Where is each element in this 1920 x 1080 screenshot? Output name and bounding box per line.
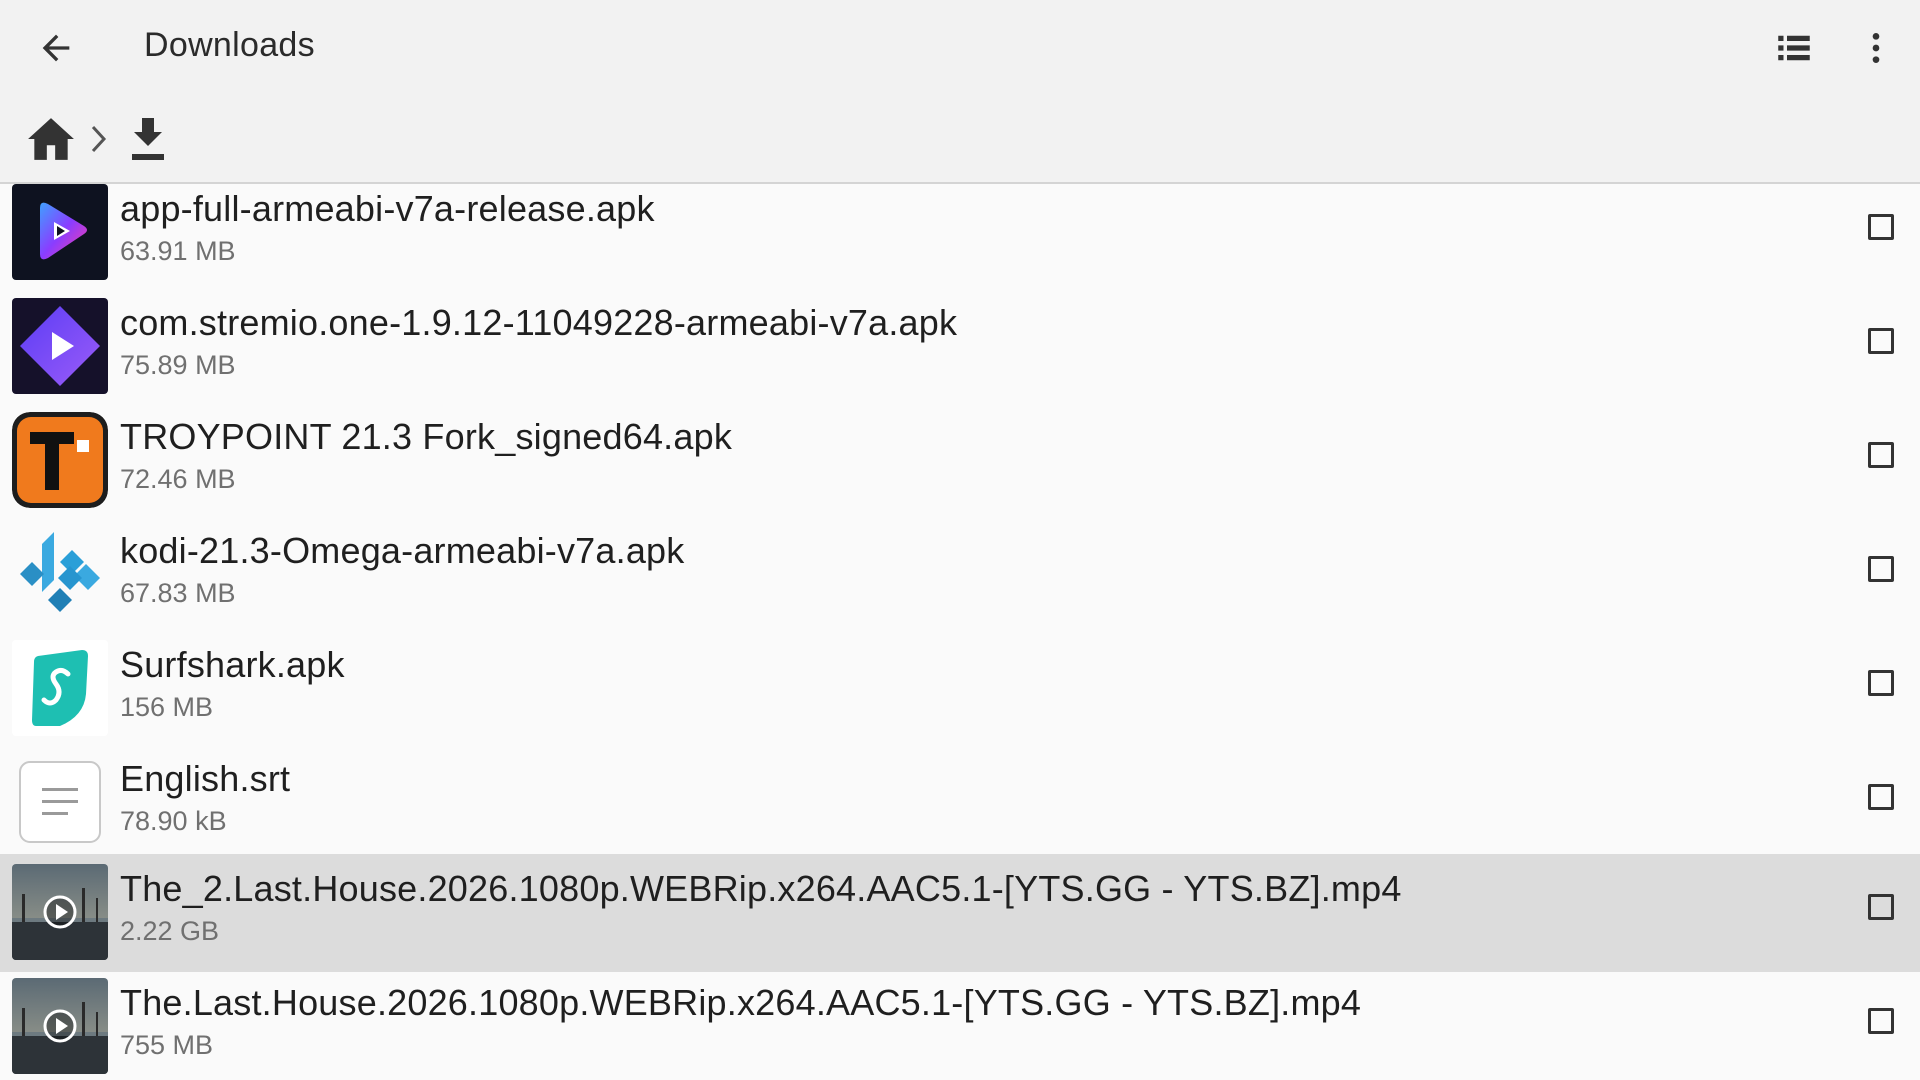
file-name: TROYPOINT 21.3 Fork_signed64.apk <box>120 416 733 457</box>
file-name: Surfshark.apk <box>120 644 345 685</box>
file-name: The.Last.House.2026.1080p.WEBRip.x264.AA… <box>120 982 1362 1023</box>
chevron-right-icon <box>91 125 107 153</box>
file-size: 156 MB <box>120 692 214 722</box>
purple-play-app-icon <box>12 184 108 280</box>
file-row[interactable]: com.stremio.one-1.9.12-11049228-armeabi-… <box>0 298 1920 412</box>
app-bar: Downloads <box>0 0 1920 98</box>
file-size: 72.46 MB <box>120 464 236 494</box>
file-size: 63.91 MB <box>120 236 236 266</box>
file-name: kodi-21.3-Omega-armeabi-v7a.apk <box>120 530 685 571</box>
file-row[interactable]: The_2.Last.House.2026.1080p.WEBRip.x264.… <box>0 854 1920 972</box>
select-checkbox[interactable] <box>1868 670 1894 696</box>
file-row[interactable]: English.srt 78.90 kB <box>0 754 1920 868</box>
file-size: 755 MB <box>120 1030 214 1060</box>
surfshark-app-icon <box>12 640 108 736</box>
more-vert-icon <box>1872 33 1880 63</box>
text-file-icon <box>12 754 108 850</box>
video-thumbnail-play-icon <box>12 864 108 960</box>
stremio-app-icon <box>12 298 108 394</box>
back-button[interactable] <box>24 16 88 80</box>
arrow-left-icon <box>42 34 70 62</box>
select-checkbox[interactable] <box>1868 894 1894 920</box>
select-checkbox[interactable] <box>1868 442 1894 468</box>
troypoint-app-icon <box>12 412 108 508</box>
file-name: com.stremio.one-1.9.12-11049228-armeabi-… <box>120 302 958 343</box>
file-size: 67.83 MB <box>120 578 236 608</box>
kodi-app-icon <box>12 526 108 622</box>
select-checkbox[interactable] <box>1868 1008 1894 1034</box>
file-list: app-full-armeabi-v7a-release.apk 63.91 M… <box>0 184 1920 1080</box>
page-title: Downloads <box>144 26 315 64</box>
list-view-button[interactable] <box>1762 16 1826 80</box>
file-name: The_2.Last.House.2026.1080p.WEBRip.x264.… <box>120 868 1402 909</box>
file-name: app-full-armeabi-v7a-release.apk <box>120 188 655 229</box>
file-row[interactable]: app-full-armeabi-v7a-release.apk 63.91 M… <box>0 184 1920 298</box>
breadcrumb-home[interactable] <box>26 116 76 162</box>
file-row[interactable]: Surfshark.apk 156 MB <box>0 640 1920 754</box>
list-view-icon <box>1778 35 1810 61</box>
file-row[interactable]: The.Last.House.2026.1080p.WEBRip.x264.AA… <box>0 978 1920 1080</box>
download-icon <box>132 118 164 160</box>
more-options-button[interactable] <box>1844 16 1908 80</box>
file-size: 2.22 GB <box>120 916 220 946</box>
video-thumbnail-play-icon <box>12 978 108 1074</box>
file-name: English.srt <box>120 758 291 799</box>
file-row[interactable]: kodi-21.3-Omega-armeabi-v7a.apk 67.83 MB <box>0 526 1920 640</box>
select-checkbox[interactable] <box>1868 214 1894 240</box>
file-size: 75.89 MB <box>120 350 236 380</box>
breadcrumb-separator <box>88 124 110 154</box>
select-checkbox[interactable] <box>1868 328 1894 354</box>
file-size: 78.90 kB <box>120 806 227 836</box>
home-icon <box>28 118 74 160</box>
file-row[interactable]: TROYPOINT 21.3 Fork_signed64.apk 72.46 M… <box>0 412 1920 526</box>
breadcrumb <box>0 98 1920 184</box>
select-checkbox[interactable] <box>1868 556 1894 582</box>
select-checkbox[interactable] <box>1868 784 1894 810</box>
breadcrumb-downloads[interactable] <box>124 114 172 164</box>
